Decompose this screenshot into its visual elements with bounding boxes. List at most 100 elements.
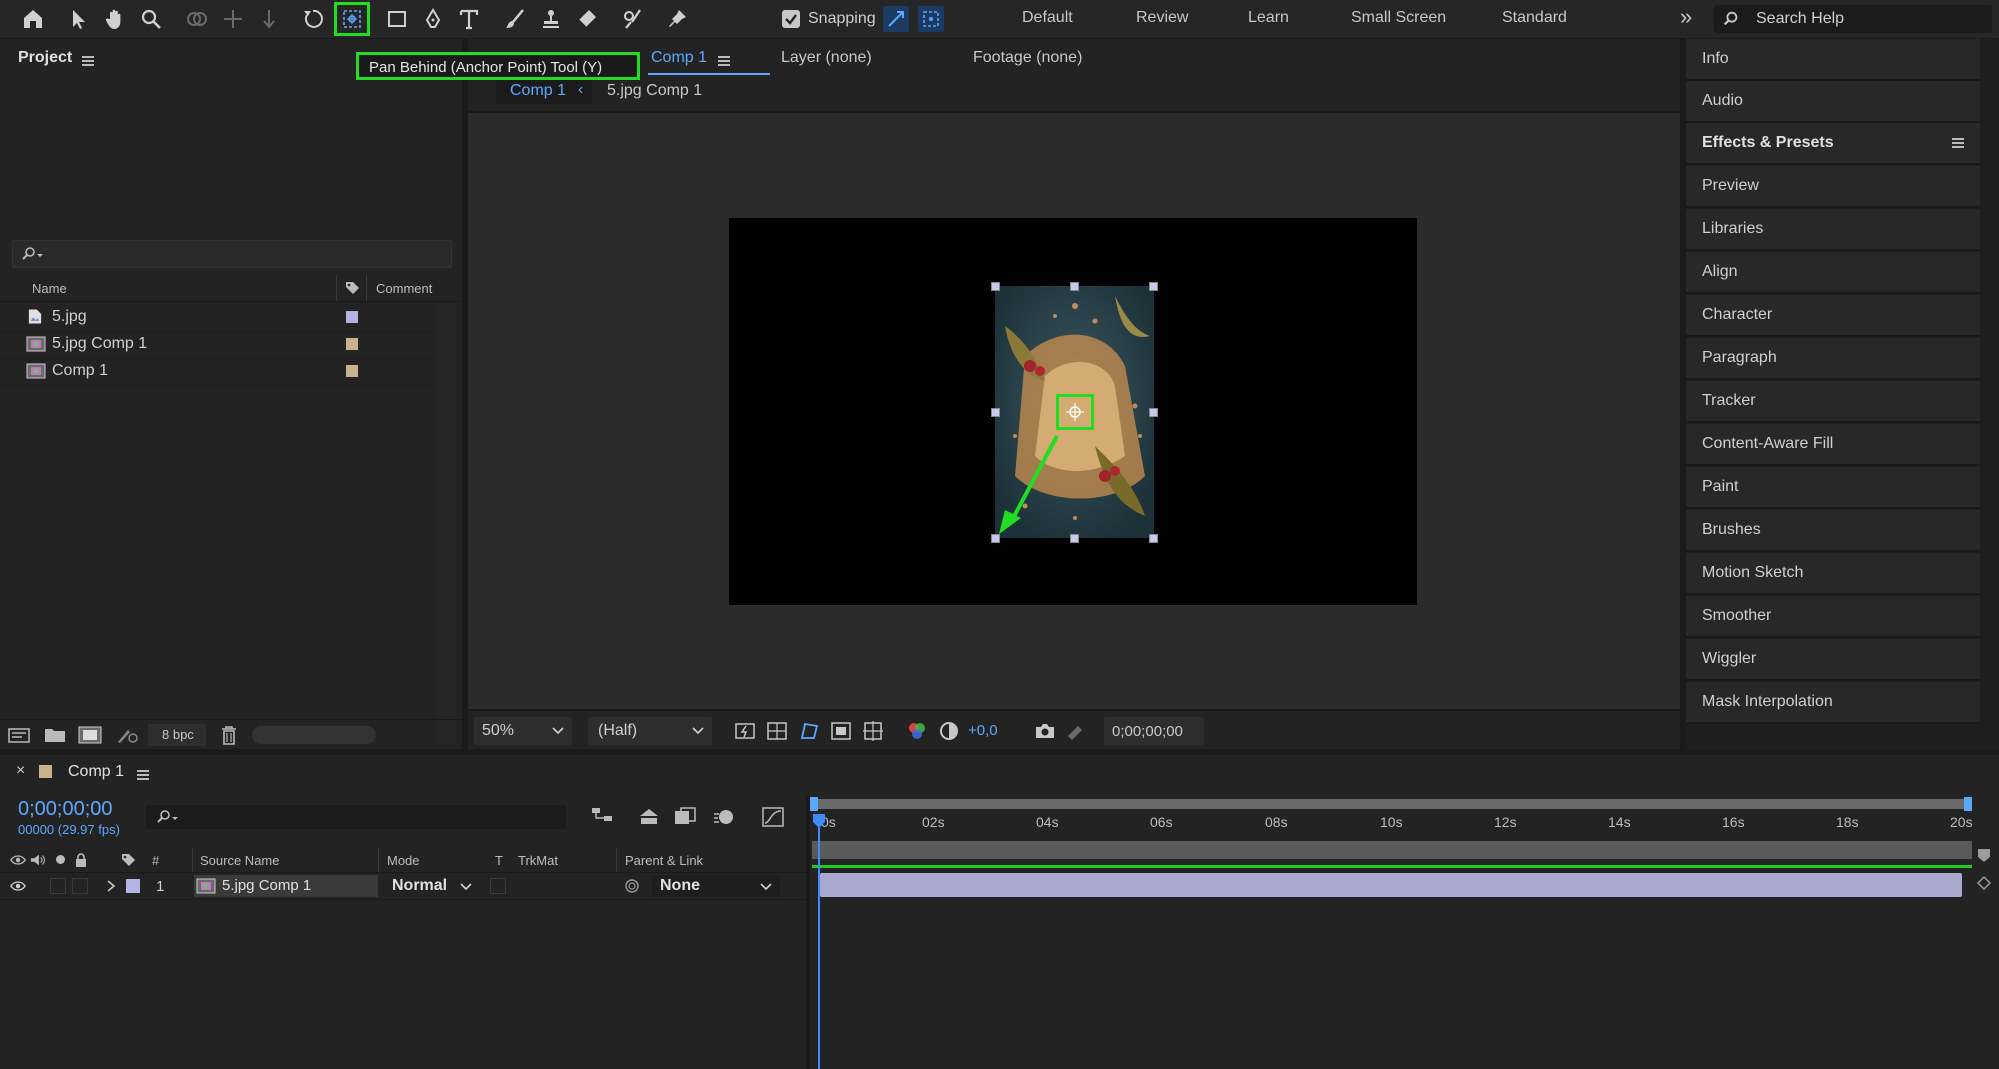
- draft-3d-icon[interactable]: [637, 806, 661, 828]
- label-swatch[interactable]: [346, 365, 358, 377]
- thumbnail-scroll-slider[interactable]: [252, 726, 376, 744]
- panel-brushes[interactable]: Brushes: [1686, 510, 1980, 552]
- clone-stamp-tool-icon[interactable]: [536, 4, 566, 34]
- work-area-start-handle[interactable]: [810, 797, 818, 811]
- region-of-interest-icon[interactable]: [830, 720, 852, 742]
- hand-tool-icon[interactable]: [100, 4, 130, 34]
- transform-handle[interactable]: [1149, 408, 1158, 417]
- trash-icon[interactable]: [220, 725, 238, 745]
- current-time-field[interactable]: 0;00;00;00: [1104, 717, 1204, 745]
- panel-libraries[interactable]: Libraries: [1686, 209, 1980, 251]
- panel-character[interactable]: Character: [1686, 295, 1980, 337]
- panel-audio[interactable]: Audio: [1686, 81, 1980, 123]
- comment-column-header[interactable]: Comment: [376, 281, 432, 296]
- layer-visibility-icon[interactable]: [10, 880, 26, 892]
- panel-mask-interpolation[interactable]: Mask Interpolation: [1686, 682, 1980, 724]
- eraser-tool-icon[interactable]: [572, 4, 602, 34]
- composition-flowchart-icon[interactable]: [590, 806, 614, 828]
- close-timeline-icon[interactable]: ×: [16, 762, 25, 780]
- effects-presets-menu-icon[interactable]: [1952, 138, 1964, 148]
- workspace-standard[interactable]: Standard: [1502, 9, 1567, 27]
- tab-layer[interactable]: Layer (none): [781, 49, 872, 67]
- snap-features-icon[interactable]: [918, 6, 944, 32]
- label-tag-icon[interactable]: [120, 852, 136, 868]
- transform-handle[interactable]: [1149, 534, 1158, 543]
- breadcrumb-5jpg-comp-1[interactable]: 5.jpg Comp 1: [607, 82, 702, 100]
- zoom-tool-icon[interactable]: [136, 4, 166, 34]
- project-item-comp-1[interactable]: Comp 1: [0, 358, 460, 386]
- chevron-right-icon[interactable]: [106, 880, 116, 892]
- workspace-default[interactable]: Default: [1022, 9, 1073, 27]
- channels-icon[interactable]: [906, 720, 928, 742]
- parent-link-dropdown[interactable]: None: [652, 875, 780, 897]
- graph-editor-icon[interactable]: [761, 806, 785, 828]
- dolly-camera-icon[interactable]: [254, 4, 284, 34]
- workspace-learn[interactable]: Learn: [1248, 9, 1289, 27]
- home-icon[interactable]: [18, 4, 48, 34]
- name-column-header[interactable]: Name: [32, 281, 67, 296]
- project-item-5jpg-comp-1[interactable]: 5.jpg Comp 1: [0, 331, 460, 359]
- keyframe-navigator-icon[interactable]: [1976, 875, 1992, 891]
- timeline-search-input[interactable]: [146, 805, 566, 829]
- layer-source-name[interactable]: 5.jpg Comp 1: [194, 875, 378, 897]
- panel-preview[interactable]: Preview: [1686, 166, 1980, 208]
- audio-speaker-icon[interactable]: [30, 853, 46, 867]
- preserve-transparency-toggle[interactable]: [490, 878, 506, 894]
- new-composition-icon[interactable]: [78, 726, 102, 744]
- comp-marker-bin-icon[interactable]: [1976, 847, 1992, 863]
- workspace-small-screen[interactable]: Small Screen: [1351, 9, 1446, 27]
- workspace-review[interactable]: Review: [1136, 9, 1188, 27]
- selection-tool-icon[interactable]: [64, 4, 94, 34]
- resolution-dropdown[interactable]: (Half): [588, 717, 712, 745]
- transparency-grid-icon[interactable]: [766, 720, 788, 742]
- project-item-5jpg[interactable]: 5.jpg: [0, 304, 460, 332]
- pan-behind-tool-icon[interactable]: [334, 2, 370, 36]
- panel-align[interactable]: Align: [1686, 252, 1980, 294]
- zoom-dropdown[interactable]: 50%: [474, 717, 572, 745]
- work-area-end-handle[interactable]: [1964, 797, 1972, 811]
- type-tool-icon[interactable]: [454, 4, 484, 34]
- panel-tracker[interactable]: Tracker: [1686, 381, 1980, 423]
- orbit-camera-icon[interactable]: [182, 4, 212, 34]
- work-area-bar[interactable]: [812, 799, 1972, 809]
- comp-tab-menu-icon[interactable]: [718, 56, 730, 66]
- timeline-menu-icon[interactable]: [137, 770, 149, 780]
- panel-effects-presets[interactable]: Effects & Presets: [1686, 123, 1980, 165]
- tab-footage[interactable]: Footage (none): [973, 49, 1082, 67]
- timeline-tab-title[interactable]: Comp 1: [68, 763, 124, 781]
- layer-label-swatch[interactable]: [126, 879, 140, 893]
- fast-previews-icon[interactable]: [734, 720, 756, 742]
- snap-edges-icon[interactable]: [883, 6, 909, 32]
- panel-paragraph[interactable]: Paragraph: [1686, 338, 1980, 380]
- pick-whip-icon[interactable]: [624, 878, 640, 894]
- anchor-point-icon[interactable]: [1063, 400, 1087, 424]
- panel-info[interactable]: Info: [1686, 39, 1980, 81]
- layer-row[interactable]: 1 5.jpg Comp 1 Normal None: [0, 873, 810, 900]
- panel-content-aware-fill[interactable]: Content-Aware Fill: [1686, 424, 1980, 466]
- source-name-column-header[interactable]: Source Name: [200, 853, 279, 868]
- puppet-pin-tool-icon[interactable]: [662, 4, 692, 34]
- transform-handle[interactable]: [1149, 282, 1158, 291]
- rectangle-tool-icon[interactable]: [382, 4, 412, 34]
- flowchart-settings-icon[interactable]: [116, 726, 140, 744]
- grid-guides-icon[interactable]: [862, 720, 884, 742]
- project-scrollbar[interactable]: [436, 304, 456, 744]
- motion-blur-icon[interactable]: [712, 806, 736, 828]
- solo-toggle[interactable]: [50, 878, 66, 894]
- panel-paint[interactable]: Paint: [1686, 467, 1980, 509]
- snapping-checkbox[interactable]: [782, 10, 800, 28]
- composition-canvas[interactable]: [729, 218, 1417, 605]
- project-search-input[interactable]: [12, 240, 452, 268]
- label-swatch[interactable]: [346, 311, 358, 323]
- lock-toggle[interactable]: [72, 878, 88, 894]
- rotation-tool-icon[interactable]: [298, 4, 328, 34]
- interpret-footage-icon[interactable]: [8, 726, 30, 744]
- transform-handle[interactable]: [991, 282, 1000, 291]
- panel-wiggler[interactable]: Wiggler: [1686, 639, 1980, 681]
- roto-brush-tool-icon[interactable]: [618, 4, 648, 34]
- reset-exposure-icon[interactable]: [938, 720, 960, 742]
- transform-handle[interactable]: [991, 408, 1000, 417]
- label-swatch[interactable]: [346, 338, 358, 350]
- project-menu-icon[interactable]: [82, 56, 94, 66]
- lock-icon[interactable]: [75, 853, 87, 867]
